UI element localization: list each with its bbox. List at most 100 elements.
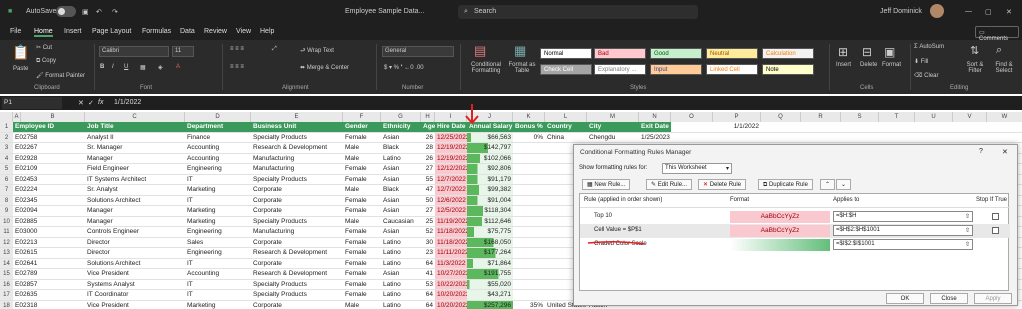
- cell[interactable]: Sr. Manager: [85, 143, 185, 153]
- find-select-icon[interactable]: ⌕: [996, 44, 1002, 57]
- cell[interactable]: Solutions Architect: [85, 196, 185, 206]
- cell-style-6[interactable]: Explanatory ...: [594, 64, 646, 75]
- format-button[interactable]: Format: [882, 62, 901, 68]
- cell[interactable]: E02267: [13, 143, 85, 153]
- minimize-icon[interactable]: —: [965, 8, 972, 15]
- cell[interactable]: 11/3/2022: [435, 258, 467, 268]
- header-cell[interactable]: Employee ID: [13, 122, 85, 132]
- search-box[interactable]: ⌕ Search: [458, 5, 698, 19]
- column-header[interactable]: O: [671, 112, 713, 122]
- cell[interactable]: 64: [421, 301, 435, 309]
- merge-center-button[interactable]: ⬌ Merge & Center: [300, 64, 349, 71]
- delete-cells-icon[interactable]: ⊟: [862, 45, 872, 59]
- cell[interactable]: Sales: [185, 238, 251, 248]
- cell[interactable]: Caucasian: [381, 217, 421, 227]
- cell[interactable]: Male: [343, 185, 381, 195]
- cell[interactable]: 1/25/2023: [639, 133, 671, 143]
- column-header[interactable]: M: [587, 112, 639, 122]
- orientation-icon[interactable]: ⤢: [272, 46, 277, 53]
- cell[interactable]: Male: [343, 217, 381, 227]
- cell[interactable]: 47: [421, 185, 435, 195]
- cell[interactable]: [513, 269, 545, 279]
- cell[interactable]: E02641: [13, 259, 85, 269]
- format-cells-icon[interactable]: ▣: [884, 45, 895, 59]
- cell[interactable]: Female: [343, 290, 381, 300]
- cell[interactable]: Latino: [381, 154, 421, 164]
- header-cell[interactable]: Age: [421, 122, 435, 132]
- move-up-button[interactable]: ⌃: [820, 179, 836, 190]
- row-number[interactable]: 4: [0, 153, 13, 163]
- cell[interactable]: E02928: [13, 154, 85, 164]
- cell[interactable]: 25: [421, 217, 435, 227]
- cell[interactable]: Manufacturing: [251, 164, 343, 174]
- insert-cells-icon[interactable]: ⊞: [838, 45, 848, 59]
- currency-icon[interactable]: $ ▾ % ❜ ←0 .00: [384, 64, 424, 71]
- cell[interactable]: 10/20/2022: [435, 300, 467, 309]
- cell[interactable]: Female: [343, 196, 381, 206]
- cell[interactable]: [513, 238, 545, 248]
- dialog-close-icon[interactable]: ✕: [1002, 148, 1008, 156]
- cell[interactable]: [513, 217, 545, 227]
- menu-data[interactable]: Data: [180, 28, 195, 35]
- cell[interactable]: 35%: [513, 301, 545, 309]
- ok-button[interactable]: OK: [886, 293, 924, 304]
- cell[interactable]: $191,755: [467, 269, 513, 279]
- cell[interactable]: [513, 206, 545, 216]
- delete-rule-button[interactable]: ✕ Delete Rule: [698, 179, 747, 190]
- row-number[interactable]: 18: [0, 300, 13, 309]
- cell-style-9[interactable]: Note: [762, 64, 814, 75]
- cell[interactable]: Chengdu: [587, 133, 639, 143]
- cell[interactable]: $142,797: [467, 143, 513, 153]
- cell[interactable]: 12/7/2022: [435, 185, 467, 195]
- column-header[interactable]: L: [545, 112, 587, 122]
- cell[interactable]: 55: [421, 175, 435, 185]
- cell[interactable]: [513, 175, 545, 185]
- cell[interactable]: E02857: [13, 280, 85, 290]
- cell[interactable]: [513, 196, 545, 206]
- cell[interactable]: 12/19/2022: [435, 153, 467, 163]
- range-select-icon[interactable]: ⇧: [965, 213, 970, 220]
- cell[interactable]: 52: [421, 227, 435, 237]
- borders-icon[interactable]: ▦: [140, 64, 146, 71]
- cell[interactable]: E02789: [13, 269, 85, 279]
- cell-style-4[interactable]: Calculation: [762, 48, 814, 59]
- cell[interactable]: Marketing: [185, 185, 251, 195]
- cell-style-3[interactable]: Neutral: [706, 48, 758, 59]
- cell[interactable]: Marketing: [185, 206, 251, 216]
- autosave-toggle[interactable]: [56, 6, 76, 17]
- paste-button[interactable]: Paste: [13, 66, 28, 72]
- cell[interactable]: Black: [381, 143, 421, 153]
- cell[interactable]: 12/25/2022: [435, 132, 467, 142]
- cell[interactable]: 10/27/2022: [435, 269, 467, 279]
- sort-filter-icon[interactable]: ⇅: [970, 44, 979, 57]
- row-number[interactable]: 6: [0, 174, 13, 184]
- cell[interactable]: China: [545, 133, 587, 143]
- cell[interactable]: Latino: [381, 259, 421, 269]
- column-header[interactable]: C: [85, 112, 185, 122]
- cell[interactable]: E02109: [13, 164, 85, 174]
- maximize-icon[interactable]: ▢: [985, 8, 992, 16]
- cell[interactable]: $177,264: [467, 248, 513, 258]
- cell[interactable]: Analyst II: [85, 133, 185, 143]
- range-select-icon[interactable]: ⇧: [965, 241, 970, 248]
- cell[interactable]: Systems Analyst: [85, 280, 185, 290]
- column-header[interactable]: B: [21, 112, 85, 122]
- row-number[interactable]: 1: [0, 122, 13, 132]
- cell[interactable]: Manager: [85, 206, 185, 216]
- fill-color-icon[interactable]: ◈: [158, 64, 163, 71]
- menu-home[interactable]: Home: [34, 28, 53, 37]
- cell[interactable]: Latino: [381, 280, 421, 290]
- cell[interactable]: $75,775: [467, 227, 513, 237]
- cell[interactable]: Male: [343, 154, 381, 164]
- cell[interactable]: $168,050: [467, 237, 513, 247]
- cell[interactable]: E02453: [13, 175, 85, 185]
- cell[interactable]: [513, 164, 545, 174]
- cell[interactable]: 23: [421, 248, 435, 258]
- cell[interactable]: Female: [343, 227, 381, 237]
- row-number[interactable]: 13: [0, 248, 13, 258]
- header-cell[interactable]: Bonus %: [513, 122, 545, 132]
- row-number[interactable]: 12: [0, 237, 13, 247]
- cell[interactable]: $55,020: [467, 279, 513, 289]
- cell[interactable]: $91,004: [467, 195, 513, 205]
- cell[interactable]: [513, 290, 545, 300]
